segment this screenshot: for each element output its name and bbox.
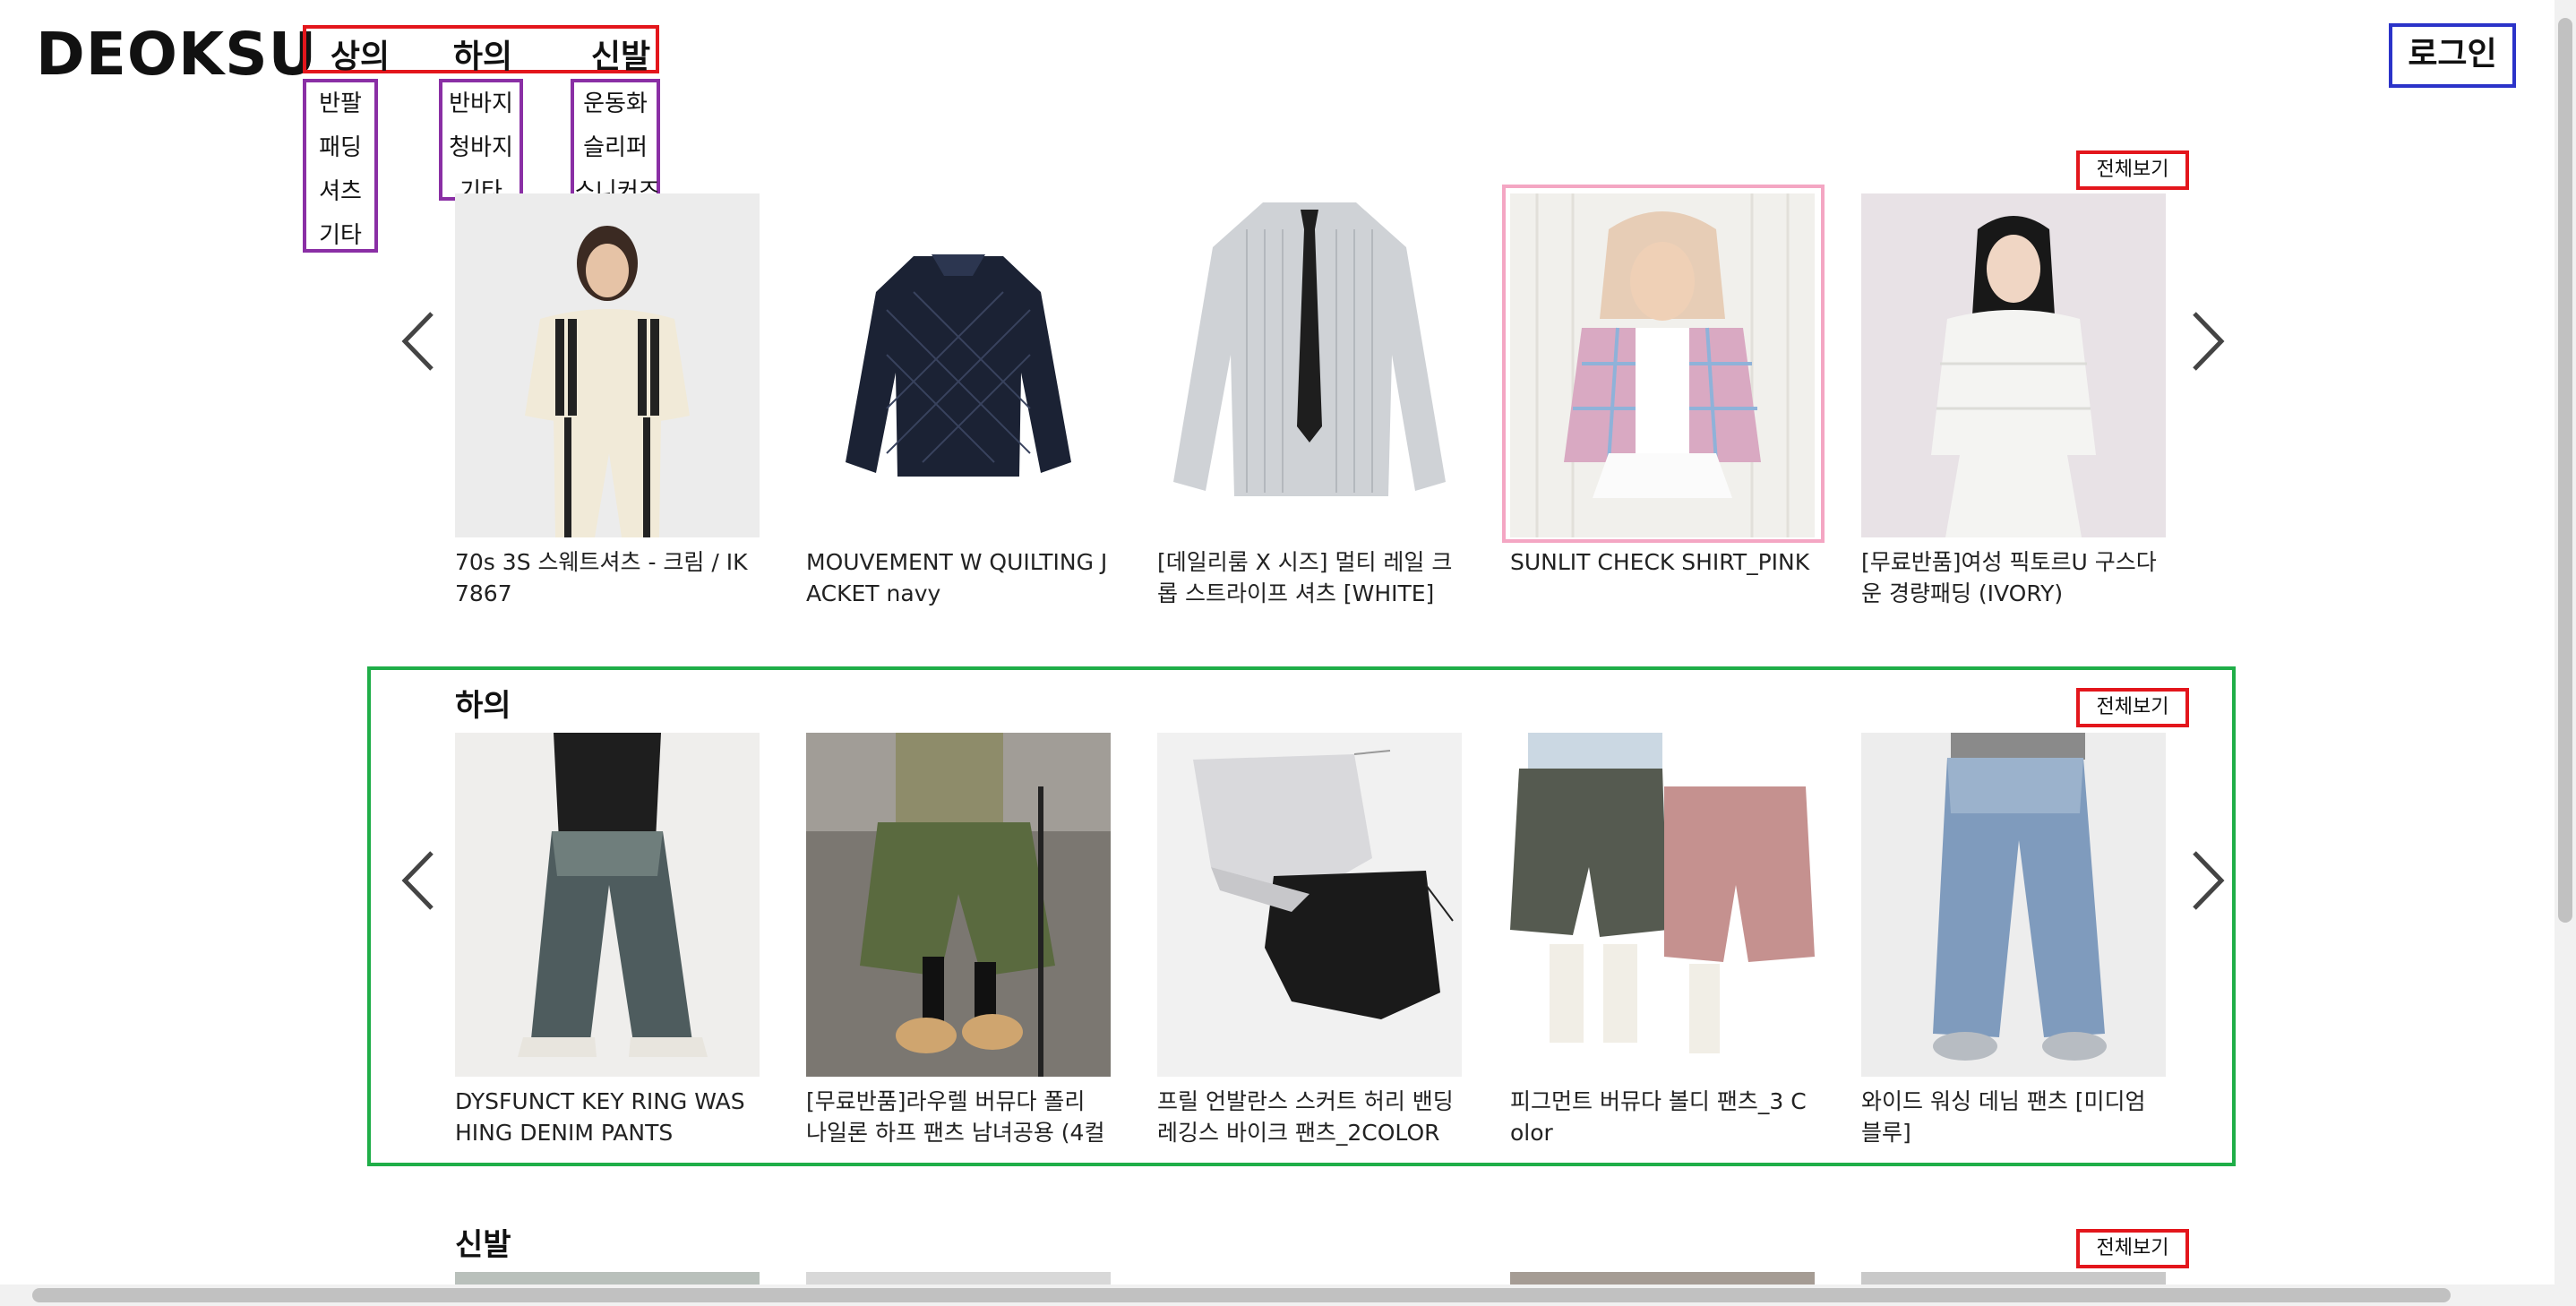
product-image[interactable] <box>455 1272 760 1285</box>
category-nav: 상의 하의 신발 <box>303 25 659 75</box>
product-title[interactable]: 피그먼트 버뮤다 볼디 팬츠_3 Color <box>1510 1086 1815 1148</box>
chevron-right-icon[interactable] <box>2180 831 2234 930</box>
product-image[interactable] <box>1861 733 2166 1077</box>
chevron-left-icon[interactable] <box>392 831 446 930</box>
see-all-shoes-button[interactable]: 전체보기 <box>2076 1229 2189 1268</box>
see-all-bottoms-button[interactable]: 전체보기 <box>2076 688 2189 727</box>
product-card[interactable]: [데일리룸 X 시즈] 멀티 레일 크롭 스트라이프 셔츠 [WHITE] 단품… <box>1157 193 1462 609</box>
product-title[interactable]: 70s 3S 스웨트셔츠 - 크림 / IK7867 <box>455 546 760 609</box>
site-logo[interactable]: DEOKSU <box>36 20 317 89</box>
product-image[interactable] <box>1510 193 1815 537</box>
product-title[interactable]: DYSFUNCT KEY RING WASHING DENIM PANTS <box>455 1086 760 1148</box>
submenu-item-slippers[interactable]: 슬리퍼 <box>574 126 657 170</box>
nav-bottoms[interactable]: 하의 <box>429 30 537 77</box>
product-card[interactable]: MOUVEMENT W QUILTING JACKET navy <box>806 193 1111 609</box>
submenu-tops: 반팔 패딩 셔츠 기타 <box>303 79 378 253</box>
product-card[interactable]: [무료반품]여성 픽토르U 구스다운 경량패딩 (IVORY) <box>1861 193 2166 609</box>
product-image[interactable] <box>1510 733 1815 1077</box>
product-title[interactable]: 프릴 언발란스 스커트 허리 밴딩 레깅스 바이크 팬츠_2COLOR <box>1157 1086 1462 1148</box>
product-title[interactable]: 와이드 워싱 데님 팬츠 [미디엄 블루] <box>1861 1086 2166 1148</box>
product-card[interactable]: 와이드 워싱 데님 팬츠 [미디엄 블루] <box>1861 733 2166 1148</box>
product-image[interactable] <box>806 193 1111 537</box>
product-card[interactable]: 프릴 언발란스 스커트 허리 밴딩 레깅스 바이크 팬츠_2COLOR <box>1157 733 1462 1148</box>
section-title-bottoms: 하의 <box>455 688 511 724</box>
product-title[interactable]: [무료반품]라우렐 버뮤다 폴리 나일론 하프 팬츠 남녀공용 (4컬러) <box>806 1086 1111 1148</box>
product-title[interactable]: [무료반품]여성 픽토르U 구스다운 경량패딩 (IVORY) <box>1861 546 2166 609</box>
product-card[interactable]: 70s 3S 스웨트셔츠 - 크림 / IK7867 <box>455 193 760 609</box>
product-title[interactable]: MOUVEMENT W QUILTING JACKET navy <box>806 546 1111 609</box>
product-image[interactable] <box>455 193 760 537</box>
product-image[interactable] <box>806 1272 1111 1285</box>
submenu-item-padding[interactable]: 패딩 <box>306 126 374 170</box>
submenu-item-short-sleeve[interactable]: 반팔 <box>306 82 374 126</box>
product-card[interactable]: 피그먼트 버뮤다 볼디 팬츠_3 Color <box>1510 733 1815 1148</box>
login-button[interactable]: 로그인 <box>2389 23 2516 88</box>
submenu-item-shirts[interactable]: 셔츠 <box>306 170 374 214</box>
submenu-item-shorts[interactable]: 반바지 <box>442 82 519 126</box>
product-card[interactable]: [무료반품]라우렐 버뮤다 폴리 나일론 하프 팬츠 남녀공용 (4컬러) <box>806 733 1111 1148</box>
product-card[interactable]: SUNLIT CHECK SHIRT_PINK <box>1510 193 1815 609</box>
product-image[interactable] <box>1157 733 1462 1077</box>
section-title-shoes: 신발 <box>455 1227 511 1263</box>
nav-tops[interactable]: 상의 <box>306 30 414 77</box>
product-title[interactable]: [데일리룸 X 시즈] 멀티 레일 크롭 스트라이프 셔츠 [WHITE] 단품… <box>1157 546 1462 609</box>
product-image[interactable] <box>1861 193 2166 537</box>
submenu-item-jeans[interactable]: 청바지 <box>442 126 519 170</box>
submenu-item-etc[interactable]: 기타 <box>306 214 374 258</box>
chevron-left-icon[interactable] <box>392 292 446 391</box>
chevron-right-icon[interactable] <box>2180 292 2234 391</box>
see-all-tops-button[interactable]: 전체보기 <box>2076 150 2189 190</box>
submenu-bottoms: 반바지 청바지 기타 <box>439 79 523 205</box>
vertical-scrollbar-thumb[interactable] <box>2558 18 2572 923</box>
product-image[interactable] <box>806 733 1111 1077</box>
nav-shoes[interactable]: 신발 <box>567 30 674 77</box>
product-title[interactable]: SUNLIT CHECK SHIRT_PINK <box>1510 546 1815 609</box>
product-image[interactable] <box>1157 193 1462 537</box>
submenu-item-sneakers-sport[interactable]: 운동화 <box>574 82 657 126</box>
product-image[interactable] <box>1861 1272 2166 1285</box>
horizontal-scrollbar-thumb[interactable] <box>32 1288 2451 1302</box>
product-image[interactable] <box>1510 1272 1815 1285</box>
product-image[interactable] <box>455 733 760 1077</box>
product-card[interactable]: DYSFUNCT KEY RING WASHING DENIM PANTS <box>455 733 760 1148</box>
